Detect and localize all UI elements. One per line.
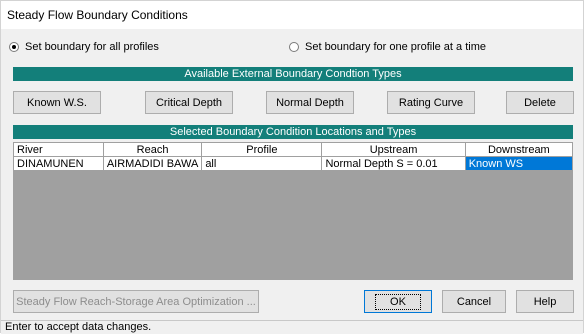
cell-reach[interactable]: AIRMADIDI BAWA xyxy=(102,156,203,171)
column-header-river[interactable]: River xyxy=(13,142,104,157)
help-button-label: Help xyxy=(533,295,557,308)
normal-depth-button[interactable]: Normal Depth xyxy=(266,91,354,114)
table-header-row: River Reach Profile Upstream Downstream xyxy=(13,142,574,157)
help-button[interactable]: Help xyxy=(516,290,574,313)
window-title: Steady Flow Boundary Conditions xyxy=(7,8,188,22)
cancel-button-label: Cancel xyxy=(456,295,492,308)
one-profile-label: Set boundary for one profile at a time xyxy=(305,41,486,53)
one-profile-radio[interactable] xyxy=(289,42,299,52)
table-row: DINAMUNEN AIRMADIDI BAWA all Normal Dept… xyxy=(13,156,574,171)
status-bar: Enter to accept data changes. xyxy=(1,320,583,334)
reach-storage-optimization-label: Steady Flow Reach-Storage Area Optimizat… xyxy=(16,295,256,308)
ok-button[interactable]: OK xyxy=(364,290,432,313)
ok-button-label: OK xyxy=(375,293,421,310)
one-profile-option[interactable]: Set boundary for one profile at a time xyxy=(289,39,486,55)
column-header-profile[interactable]: Profile xyxy=(201,142,323,157)
boundary-grid[interactable]: River Reach Profile Upstream Downstream … xyxy=(13,142,574,280)
known-ws-button-label: Known W.S. xyxy=(27,96,87,109)
normal-depth-button-label: Normal Depth xyxy=(276,96,344,109)
reach-storage-optimization-button[interactable]: Steady Flow Reach-Storage Area Optimizat… xyxy=(13,290,259,313)
delete-button[interactable]: Delete xyxy=(506,91,574,114)
cell-river[interactable]: DINAMUNEN xyxy=(13,156,104,171)
rating-curve-button[interactable]: Rating Curve xyxy=(387,91,475,114)
rating-curve-button-label: Rating Curve xyxy=(398,96,464,109)
cell-upstream[interactable]: Normal Depth S = 0.01 xyxy=(321,156,466,171)
cell-downstream[interactable]: Known WS xyxy=(464,156,574,171)
steady-flow-boundary-window: Steady Flow Boundary Conditions Set boun… xyxy=(0,0,584,334)
all-profiles-label: Set boundary for all profiles xyxy=(25,41,159,53)
column-header-upstream[interactable]: Upstream xyxy=(321,142,466,157)
delete-button-label: Delete xyxy=(524,96,556,109)
all-profiles-radio[interactable] xyxy=(9,42,19,52)
column-header-reach[interactable]: Reach xyxy=(102,142,203,157)
column-header-downstream[interactable]: Downstream xyxy=(464,142,574,157)
boundary-table: River Reach Profile Upstream Downstream … xyxy=(13,142,574,171)
critical-depth-button-label: Critical Depth xyxy=(155,96,223,109)
known-ws-button[interactable]: Known W.S. xyxy=(13,91,101,114)
critical-depth-button[interactable]: Critical Depth xyxy=(145,91,233,114)
cell-profile[interactable]: all xyxy=(201,156,323,171)
available-types-header: Available External Boundary Condtion Typ… xyxy=(13,67,573,81)
title-bar[interactable]: Steady Flow Boundary Conditions xyxy=(1,1,583,29)
selected-locations-header: Selected Boundary Condition Locations an… xyxy=(13,125,573,139)
cancel-button[interactable]: Cancel xyxy=(442,290,506,313)
all-profiles-option[interactable]: Set boundary for all profiles xyxy=(9,39,159,55)
